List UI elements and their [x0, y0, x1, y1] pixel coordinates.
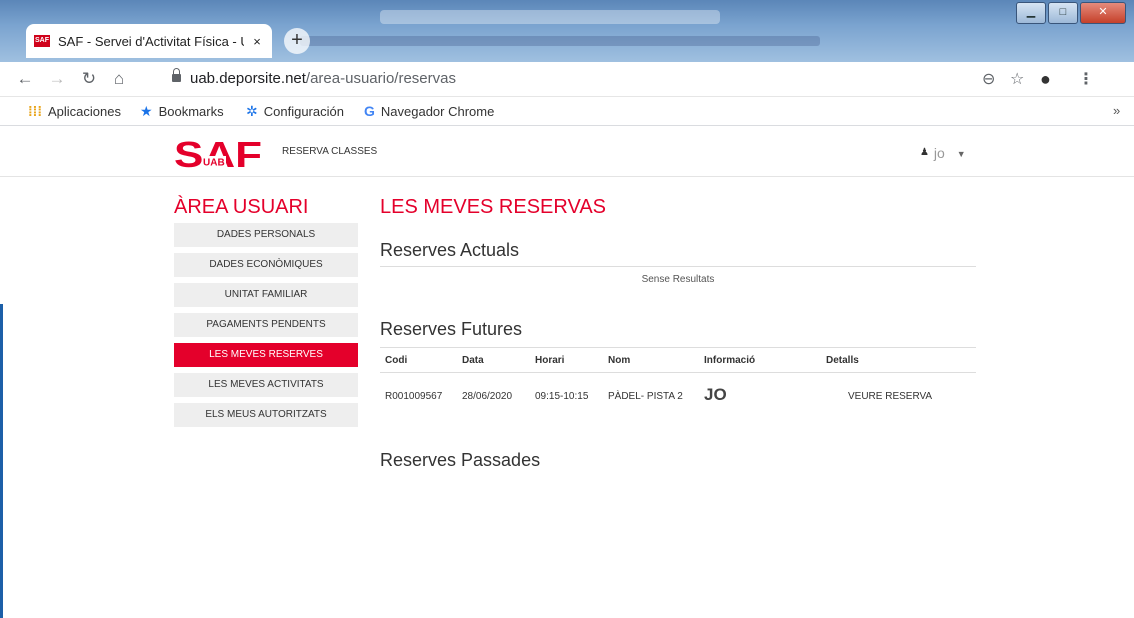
- bookmarks-bar: ⁞⁞⁞ Aplicaciones ★ Bookmarks ✲ Configura…: [0, 97, 1134, 126]
- page-content: SAF UAB RESERVA CLASSES ♟ jo ▼ ÀREA USUA…: [0, 126, 1134, 618]
- nav-reserva-classes[interactable]: RESERVA CLASSES: [282, 146, 377, 157]
- sidebar-item-dades-economiques[interactable]: DADES ECONÒMIQUES: [174, 253, 358, 277]
- divider: [380, 266, 976, 267]
- cell-codi: R001009567: [385, 391, 443, 402]
- sidebar-item-els-meus-autoritzats[interactable]: ELS MEUS AUTORITZATS: [174, 403, 358, 427]
- bookmark-bookmarks[interactable]: ★ Bookmarks: [140, 103, 224, 120]
- close-window-button[interactable]: ✕: [1080, 2, 1126, 24]
- logo-sub: UAB: [203, 158, 225, 169]
- bookmark-label: Configuración: [263, 104, 344, 119]
- new-tab-button[interactable]: +: [284, 28, 310, 54]
- url-host: uab.deporsite.net: [190, 70, 306, 87]
- window-left-edge: [0, 304, 3, 618]
- column-header-nom: Nom: [608, 355, 631, 366]
- browser-tab[interactable]: SAF SAF - Servei d'Activitat Física - Ur…: [26, 24, 272, 58]
- sidebar-item-les-meves-activitats[interactable]: LES MEVES ACTIVITATS: [174, 373, 358, 397]
- url-path: /area-usuario/reservas: [305, 70, 456, 87]
- address-bar[interactable]: uab.deporsite.net/area-usuario/reservas: [190, 70, 456, 87]
- browser-toolbar: ← → ↻ ⌂ uab.deporsite.net/area-usuario/r…: [0, 62, 1134, 97]
- bookmark-star-icon[interactable]: ☆: [1010, 69, 1024, 89]
- tab-title: SAF - Servei d'Activitat Física - Ur: [58, 33, 244, 49]
- caret-down-icon: ▼: [956, 149, 966, 160]
- user-icon: ♟: [920, 147, 929, 158]
- blurred-background: [300, 36, 820, 46]
- bookmark-label: Navegador Chrome: [380, 103, 495, 119]
- bookmarks-overflow-icon[interactable]: »: [1113, 103, 1120, 118]
- close-tab-icon[interactable]: ×: [250, 34, 264, 49]
- column-header-horari: Horari: [535, 355, 565, 366]
- sidebar-menu: DADES PERSONALS DADES ECONÒMIQUES UNITAT…: [174, 223, 358, 433]
- profile-icon[interactable]: ●: [1040, 69, 1051, 90]
- cell-nom: PÀDEL- PISTA 2: [608, 391, 683, 402]
- home-icon[interactable]: ⌂: [108, 68, 130, 90]
- column-header-data: Data: [462, 355, 484, 366]
- google-g-icon: G: [364, 103, 375, 119]
- lock-icon: [172, 68, 181, 82]
- menu-kebab-icon[interactable]: ⋮: [1078, 69, 1094, 89]
- section-title-past: Reserves Passades: [380, 450, 541, 470]
- minimize-button[interactable]: ▁: [1016, 2, 1046, 24]
- user-menu[interactable]: ♟ jo ▼: [920, 145, 966, 161]
- maximize-button[interactable]: □: [1048, 2, 1078, 24]
- window-titlebar: SAF SAF - Servei d'Activitat Física - Ur…: [0, 0, 1134, 62]
- bookmark-chrome[interactable]: G Navegador Chrome: [364, 103, 494, 119]
- user-name: jo: [933, 145, 945, 161]
- column-header-informacio: Informació: [704, 355, 756, 366]
- saf-favicon-icon: SAF: [34, 35, 50, 47]
- sidebar-item-pagaments-pendents[interactable]: PAGAMENTS PENDENTS: [174, 313, 358, 337]
- forward-arrow-icon[interactable]: →: [46, 68, 68, 90]
- cell-informacio: JO: [704, 385, 727, 404]
- column-header-codi: Codi: [385, 355, 408, 366]
- section-title-future: Reserves Futures: [380, 319, 523, 339]
- divider: [380, 372, 976, 373]
- section-title-current: Reserves Actuals: [380, 240, 520, 260]
- zoom-icon[interactable]: ⊖: [982, 69, 995, 89]
- window-controls: ▁ □ ✕: [1014, 2, 1126, 24]
- divider: [380, 347, 976, 348]
- star-icon: ★: [140, 103, 153, 119]
- cell-data: 28/06/2020: [462, 391, 513, 402]
- apps-grid-icon: ⁞⁞⁞: [28, 103, 42, 119]
- veure-reserva-link[interactable]: VEURE RESERVA: [848, 391, 932, 402]
- empty-results-text: Sense Resultats: [641, 274, 715, 285]
- sidebar-title: ÀREA USUARI: [174, 196, 309, 218]
- site-header: SAF UAB RESERVA CLASSES ♟ jo ▼: [0, 126, 1134, 177]
- column-header-detalls: Detalls: [826, 355, 859, 366]
- sidebar-item-dades-personals[interactable]: DADES PERSONALS: [174, 223, 358, 247]
- back-arrow-icon[interactable]: ←: [14, 68, 36, 90]
- bookmark-apps[interactable]: ⁞⁞⁞ Aplicaciones: [28, 103, 121, 119]
- bookmark-configuracion[interactable]: ✲ Configuración: [246, 103, 344, 120]
- gear-icon: ✲: [246, 103, 258, 119]
- sidebar-item-unitat-familiar[interactable]: UNITAT FAMILIAR: [174, 283, 358, 307]
- bookmark-label: Aplicaciones: [48, 103, 121, 119]
- reload-icon[interactable]: ↻: [78, 68, 100, 90]
- sidebar-item-les-meves-reserves[interactable]: LES MEVES RESERVES: [174, 343, 358, 367]
- page-title: LES MEVES RESERVAS: [380, 196, 607, 218]
- blurred-window-title: [380, 10, 720, 24]
- saf-logo[interactable]: SAF UAB: [174, 136, 264, 170]
- bookmark-label: Bookmarks: [158, 104, 224, 119]
- cell-horari: 09:15-10:15: [535, 391, 589, 402]
